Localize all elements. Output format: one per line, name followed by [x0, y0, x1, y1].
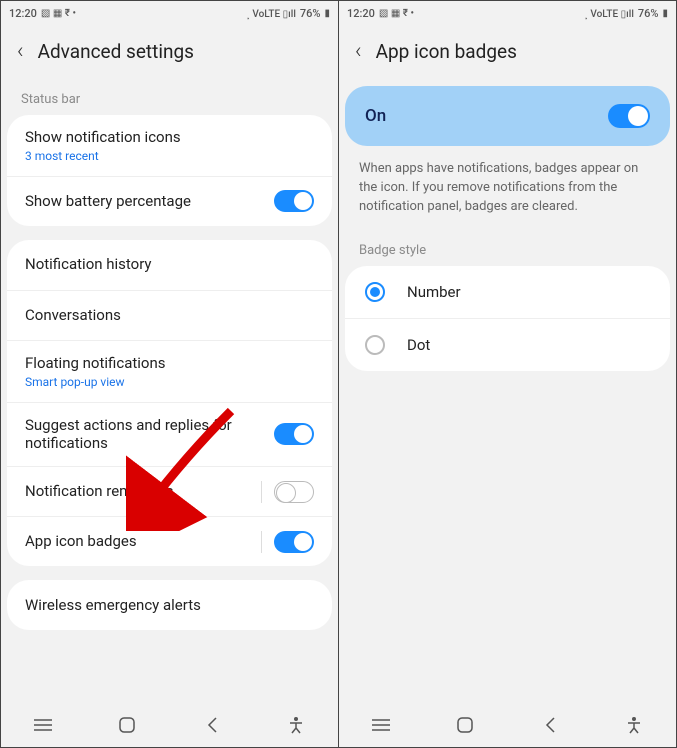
back-button[interactable]: ‹ [17, 39, 24, 64]
radio-icon [365, 282, 385, 302]
row-label: Show battery percentage [25, 192, 274, 211]
card-alerts: Wireless emergency alerts [7, 580, 332, 630]
nav-recent[interactable] [369, 713, 393, 737]
nav-back[interactable] [200, 713, 224, 737]
row-label: Suggest actions and replies for notifica… [25, 416, 274, 454]
row-label: Notification history [25, 255, 314, 274]
row-wireless-alerts[interactable]: Wireless emergency alerts [7, 580, 332, 630]
radio-icon [365, 335, 385, 355]
row-conversations[interactable]: Conversations [7, 290, 332, 340]
description-text: When apps have notifications, badges app… [339, 160, 676, 237]
nav-bar [1, 703, 338, 747]
status-time: 12:20 [9, 7, 37, 20]
on-label: On [365, 106, 386, 126]
row-suggest-actions[interactable]: Suggest actions and replies for notifica… [7, 402, 332, 467]
row-sub: 3 most recent [25, 149, 314, 163]
card-statusbar: Show notification icons 3 most recent Sh… [7, 115, 332, 226]
page-title: App icon badges [376, 40, 517, 63]
status-bar: 12:20 ▧ ▦ ₹ • ⸼ VoLTE ▯ıll 76% ▮ [1, 1, 338, 25]
section-label-badge-style: Badge style [345, 237, 670, 266]
status-time: 12:20 [347, 7, 375, 20]
row-show-battery-percentage[interactable]: Show battery percentage [7, 176, 332, 226]
card-notifications: Notification history Conversations Float… [7, 240, 332, 566]
card-badge-style: Number Dot [345, 266, 670, 371]
phone-left: 12:20 ▧ ▦ ₹ • ⸼ VoLTE ▯ıll 76% ▮ ‹ Advan… [1, 1, 339, 747]
row-label: Conversations [25, 306, 314, 325]
row-label: Floating notifications [25, 354, 314, 373]
status-network-icon: ⸼ VoLTE ▯ıll [586, 6, 634, 20]
status-bar: 12:20 ▧ ▦ ₹ • ⸼ VoLTE ▯ıll 76% ▮ [339, 1, 676, 25]
toggle-notification-reminders[interactable] [274, 481, 314, 503]
header: ‹ Advanced settings [1, 25, 338, 86]
nav-home[interactable] [453, 713, 477, 737]
status-network-icon: ⸼ VoLTE ▯ıll [248, 6, 296, 20]
radio-label: Number [407, 283, 461, 301]
back-button[interactable]: ‹ [355, 39, 362, 64]
battery-icon: ▮ [662, 8, 668, 19]
content: Status bar Show notification icons 3 mos… [1, 86, 338, 703]
row-label: Show notification icons [25, 128, 314, 147]
radio-dot[interactable]: Dot [345, 318, 670, 371]
toggle-show-battery-percentage[interactable] [274, 190, 314, 212]
page-title: Advanced settings [38, 40, 194, 63]
master-toggle-card[interactable]: On [345, 86, 670, 146]
row-sub: Smart pop-up view [25, 375, 314, 389]
status-icons-left: ▧ ▦ ₹ • [41, 8, 76, 19]
nav-accessibility[interactable] [284, 713, 308, 737]
battery-icon: ▮ [324, 8, 330, 19]
row-label: App icon badges [25, 532, 261, 551]
nav-accessibility[interactable] [622, 713, 646, 737]
row-floating-notifications[interactable]: Floating notifications Smart pop-up view [7, 340, 332, 402]
status-icons-left: ▧ ▦ ₹ • [379, 8, 414, 19]
row-label: Wireless emergency alerts [25, 596, 314, 615]
nav-home[interactable] [115, 713, 139, 737]
row-show-notification-icons[interactable]: Show notification icons 3 most recent [7, 115, 332, 176]
nav-recent[interactable] [31, 713, 55, 737]
nav-bar [339, 703, 676, 747]
nav-back[interactable] [538, 713, 562, 737]
row-notification-reminders[interactable]: Notification reminders [7, 466, 332, 516]
header: ‹ App icon badges [339, 25, 676, 86]
radio-number[interactable]: Number [345, 266, 670, 318]
toggle-suggest-actions[interactable] [274, 423, 314, 445]
section-label-statusbar: Status bar [7, 86, 332, 115]
content: Badge style Number Dot [339, 237, 676, 703]
row-label: Notification reminders [25, 482, 261, 501]
phone-right: 12:20 ▧ ▦ ₹ • ⸼ VoLTE ▯ıll 76% ▮ ‹ App i… [339, 1, 676, 747]
status-battery: 76% [638, 7, 659, 20]
toggle-master[interactable] [608, 104, 650, 128]
toggle-app-icon-badges[interactable] [274, 531, 314, 553]
row-notification-history[interactable]: Notification history [7, 240, 332, 290]
status-battery: 76% [300, 7, 321, 20]
row-app-icon-badges[interactable]: App icon badges [7, 516, 332, 566]
radio-label: Dot [407, 336, 430, 354]
